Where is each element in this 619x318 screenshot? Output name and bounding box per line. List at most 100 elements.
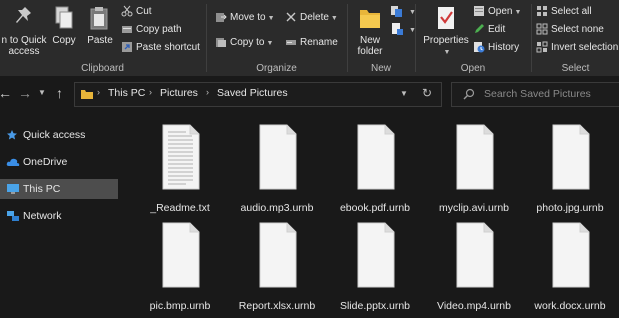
- nav-label: This PC: [23, 183, 61, 195]
- select-none-button[interactable]: Select none: [536, 22, 604, 38]
- file-item[interactable]: pic.bmp.urnb: [132, 222, 228, 318]
- chevron-down-icon: ▼: [267, 15, 275, 22]
- open-button[interactable]: Open ▼: [473, 4, 521, 20]
- pin-to-quick-access-button[interactable]: n to Quick access: [0, 4, 48, 57]
- new-item-button[interactable]: ▼: [390, 4, 416, 20]
- file-item[interactable]: Video.mp4.urnb: [426, 222, 522, 318]
- open-group: Properties ▼ Open ▼ Edit History Open: [416, 0, 530, 76]
- breadcrumb-this-pc[interactable]: This PC: [108, 87, 145, 99]
- file-list: _Readme.txt audio.mp3.urnb ebook.pdf.urn…: [118, 112, 619, 316]
- nav-item-onedrive[interactable]: OneDrive: [0, 152, 118, 172]
- delete-button[interactable]: Delete ▼: [285, 10, 338, 26]
- up-arrow-icon[interactable]: ↑: [56, 85, 63, 101]
- select-all-label: Select all: [551, 6, 592, 17]
- paste-shortcut-icon: [122, 42, 132, 53]
- select-none-icon: [536, 23, 548, 35]
- breadcrumb-saved-pictures[interactable]: Saved Pictures: [217, 87, 288, 99]
- file-name: Video.mp4.urnb: [437, 300, 511, 312]
- cut-button[interactable]: Cut: [121, 4, 152, 20]
- pin-label-line1: n to Quick: [1, 35, 47, 46]
- nav-item-quick-access[interactable]: Quick access: [0, 125, 118, 145]
- file-icon: [456, 124, 494, 190]
- new-item-icon: [391, 6, 402, 18]
- clipboard-group: n to Quick access Copy Paste Cut Copy pa…: [0, 0, 205, 76]
- copy-path-button[interactable]: Copy path: [121, 22, 182, 38]
- address-bar[interactable]: › This PC › Pictures › Saved Pictures ▼ …: [74, 82, 442, 107]
- file-icon: [357, 124, 395, 190]
- new-folder-button[interactable]: New folder: [352, 4, 388, 57]
- history-icon: [474, 42, 485, 53]
- nav-label: OneDrive: [23, 156, 68, 168]
- paste-button[interactable]: Paste: [84, 4, 116, 46]
- chevron-down-icon: ▼: [514, 9, 522, 16]
- invert-selection-button[interactable]: Invert selection: [536, 40, 618, 56]
- navigation-pane: Quick access OneDrive This PC Network: [0, 112, 118, 316]
- paste-shortcut-button[interactable]: Paste shortcut: [121, 40, 200, 56]
- properties-label: Properties: [423, 35, 469, 46]
- open-label: Open: [488, 6, 513, 17]
- file-name: _Readme.txt: [150, 202, 210, 214]
- chevron-down-icon: ▼: [330, 15, 338, 22]
- refresh-icon[interactable]: ↻: [422, 86, 432, 100]
- copy-to-label: Copy to: [230, 37, 265, 48]
- history-button[interactable]: History: [473, 40, 519, 56]
- scissors-icon: [121, 6, 133, 17]
- breadcrumb-separator-icon[interactable]: ›: [206, 87, 209, 97]
- paste-shortcut-label: Paste shortcut: [136, 42, 200, 53]
- search-placeholder: Search Saved Pictures: [484, 88, 591, 100]
- file-item[interactable]: _Readme.txt: [132, 124, 228, 220]
- breadcrumb-separator-icon[interactable]: ›: [97, 87, 100, 97]
- file-item[interactable]: Slide.pptx.urnb: [327, 222, 423, 318]
- paste-icon: [90, 7, 108, 30]
- file-icon: [357, 222, 395, 288]
- search-icon: [463, 88, 475, 100]
- organize-group-label: Organize: [256, 63, 297, 74]
- file-icon: [259, 222, 297, 288]
- cut-label: Cut: [136, 6, 152, 17]
- new-group-label: New: [370, 63, 391, 74]
- nav-item-this-pc[interactable]: This PC: [0, 179, 118, 199]
- properties-button[interactable]: Properties ▼: [422, 4, 470, 58]
- copy-path-icon: [122, 26, 132, 34]
- folder-icon: [360, 10, 380, 28]
- star-icon: [7, 130, 17, 140]
- forward-arrow-icon[interactable]: →: [18, 85, 32, 101]
- breadcrumb-separator-icon[interactable]: ›: [149, 87, 152, 97]
- file-item[interactable]: photo.jpg.urnb: [522, 124, 618, 220]
- pin-icon: [16, 7, 31, 23]
- copy-to-button[interactable]: Copy to ▼: [215, 35, 273, 51]
- file-item[interactable]: myclip.avi.urnb: [426, 124, 522, 220]
- copy-label: Copy: [52, 35, 76, 46]
- breadcrumb-pictures[interactable]: Pictures: [160, 87, 198, 99]
- file-name: Report.xlsx.urnb: [238, 300, 316, 312]
- file-icon: [162, 222, 200, 288]
- ribbon: n to Quick access Copy Paste Cut Copy pa…: [0, 0, 619, 76]
- nav-label: Network: [23, 210, 62, 222]
- file-item[interactable]: audio.mp3.urnb: [229, 124, 325, 220]
- rename-button[interactable]: Rename: [285, 35, 338, 51]
- cloud-icon: [6, 158, 20, 166]
- address-dropdown-chevron-icon[interactable]: ▼: [400, 89, 408, 98]
- copy-button[interactable]: Copy: [50, 4, 78, 46]
- file-name: Slide.pptx.urnb: [339, 300, 411, 312]
- file-item[interactable]: ebook.pdf.urnb: [327, 124, 423, 220]
- recent-locations-chevron-icon[interactable]: ▼: [38, 88, 46, 97]
- paste-label: Paste: [87, 35, 113, 46]
- back-arrow-icon[interactable]: ←: [0, 85, 12, 101]
- copy-icon: [55, 6, 73, 29]
- invert-selection-icon: [536, 41, 548, 53]
- select-all-button[interactable]: Select all: [536, 4, 592, 20]
- easy-access-button[interactable]: ▼: [390, 22, 416, 38]
- file-icon: [552, 124, 590, 190]
- search-box[interactable]: Search Saved Pictures: [451, 82, 619, 107]
- select-group: Select all Select none Invert selection …: [532, 0, 619, 76]
- move-to-icon: [216, 13, 227, 23]
- nav-item-network[interactable]: Network: [0, 206, 118, 226]
- open-group-label: Open: [460, 63, 486, 74]
- network-icon: [7, 211, 19, 221]
- address-bar-row: ← → ▼ ↑ › This PC › Pictures › Saved Pic…: [0, 78, 619, 110]
- move-to-button[interactable]: Move to ▼: [215, 10, 275, 26]
- edit-button[interactable]: Edit: [473, 22, 505, 38]
- file-item[interactable]: Report.xlsx.urnb: [229, 222, 325, 318]
- file-item[interactable]: work.docx.urnb: [522, 222, 618, 318]
